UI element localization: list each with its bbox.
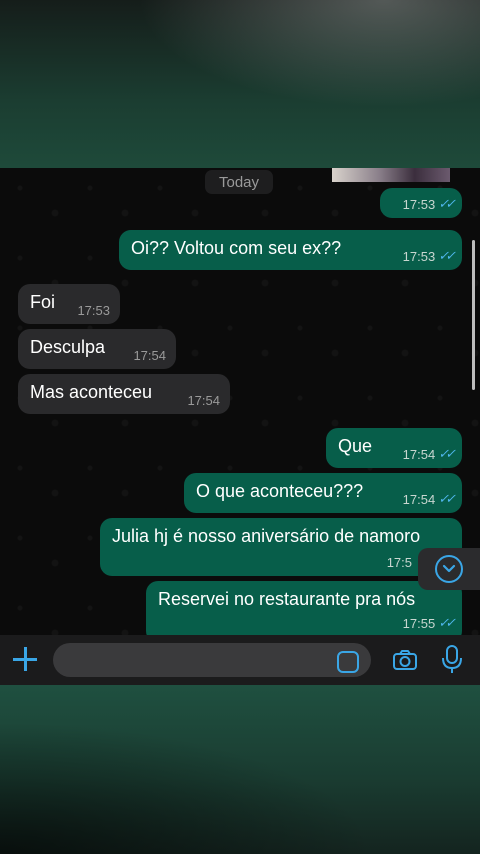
read-receipt-icon: ✓✓ <box>438 491 456 506</box>
camera-icon[interactable] <box>392 647 418 673</box>
message-meta: 17:54 <box>187 393 220 408</box>
message-composer <box>0 635 480 685</box>
sticker-icon[interactable] <box>337 651 359 673</box>
plus-icon[interactable] <box>12 645 40 673</box>
message-time: 17:54 <box>402 446 436 462</box>
message-bubble-incoming[interactable]: Desculpa 17:54 <box>18 329 176 369</box>
read-receipt-icon: ✓✓ <box>438 196 456 211</box>
message-text: Foi <box>30 292 56 312</box>
message-bubble-outgoing[interactable]: Reservei no restaurante pra nós 17:55 ✓✓ <box>146 581 462 643</box>
date-separator: Today <box>205 170 273 194</box>
scroll-to-bottom-button[interactable] <box>418 548 480 590</box>
message-text: Desculpa <box>30 337 106 357</box>
message-meta: 17:53 <box>77 303 110 318</box>
chat-screen[interactable]: Today 17:53 ✓✓ Oi?? Voltou com seu ex?? … <box>0 168 480 685</box>
message-time: 17:54 <box>133 348 166 363</box>
message-time: 17:53 <box>402 248 436 264</box>
message-meta: 17:5 <box>387 555 412 570</box>
message-bubble-outgoing[interactable]: Oi?? Voltou com seu ex?? 17:53 ✓✓ <box>119 230 462 270</box>
message-meta: 17:53 ✓✓ <box>402 248 456 264</box>
message-bubble-outgoing[interactable]: Julia hj é nosso aniversário de namoro 1… <box>100 518 462 576</box>
message-time: 17:55 <box>402 615 436 631</box>
photo-message-thumbnail[interactable] <box>332 168 450 182</box>
message-time: 17:53 <box>77 303 110 318</box>
message-text: Reservei no restaurante pra nós <box>158 589 416 609</box>
message-meta: 17:55 ✓✓ <box>402 615 456 631</box>
read-receipt-icon: ✓✓ <box>438 446 456 461</box>
message-text: Mas aconteceu <box>30 382 153 402</box>
message-meta: 17:54 <box>133 348 166 363</box>
read-receipt-icon: ✓✓ <box>438 615 456 630</box>
message-text: Oi?? Voltou com seu ex?? <box>131 238 342 258</box>
message-time: 17:54 <box>187 393 220 408</box>
message-meta: 17:54 ✓✓ <box>402 491 456 507</box>
message-input[interactable] <box>53 643 371 677</box>
read-receipt-icon: ✓✓ <box>438 248 456 263</box>
message-time: 17:5 <box>386 555 412 570</box>
message-text: Que <box>338 436 373 456</box>
message-meta: 17:54 ✓✓ <box>402 446 456 462</box>
blurred-background-top <box>0 0 480 168</box>
message-time: 17:54 <box>402 491 436 507</box>
blurred-background-bottom <box>0 685 480 854</box>
chat-scrollbar[interactable] <box>472 240 475 390</box>
chevron-down-icon <box>435 555 463 583</box>
message-time: 17:53 <box>402 196 436 212</box>
message-bubble-incoming[interactable]: Foi 17:53 <box>18 284 120 324</box>
message-text: Julia hj é nosso aniversário de namoro <box>112 526 421 546</box>
message-bubble-incoming[interactable]: Mas aconteceu 17:54 <box>18 374 230 414</box>
message-meta: 17:53 ✓✓ <box>402 196 456 212</box>
message-bubble-outgoing[interactable]: Que 17:54 ✓✓ <box>326 428 462 468</box>
message-bubble-outgoing[interactable]: 17:53 ✓✓ <box>380 188 462 218</box>
message-bubble-outgoing[interactable]: O que aconteceu??? 17:54 ✓✓ <box>184 473 462 513</box>
microphone-icon[interactable] <box>440 644 464 676</box>
message-text: O que aconteceu??? <box>196 481 364 501</box>
